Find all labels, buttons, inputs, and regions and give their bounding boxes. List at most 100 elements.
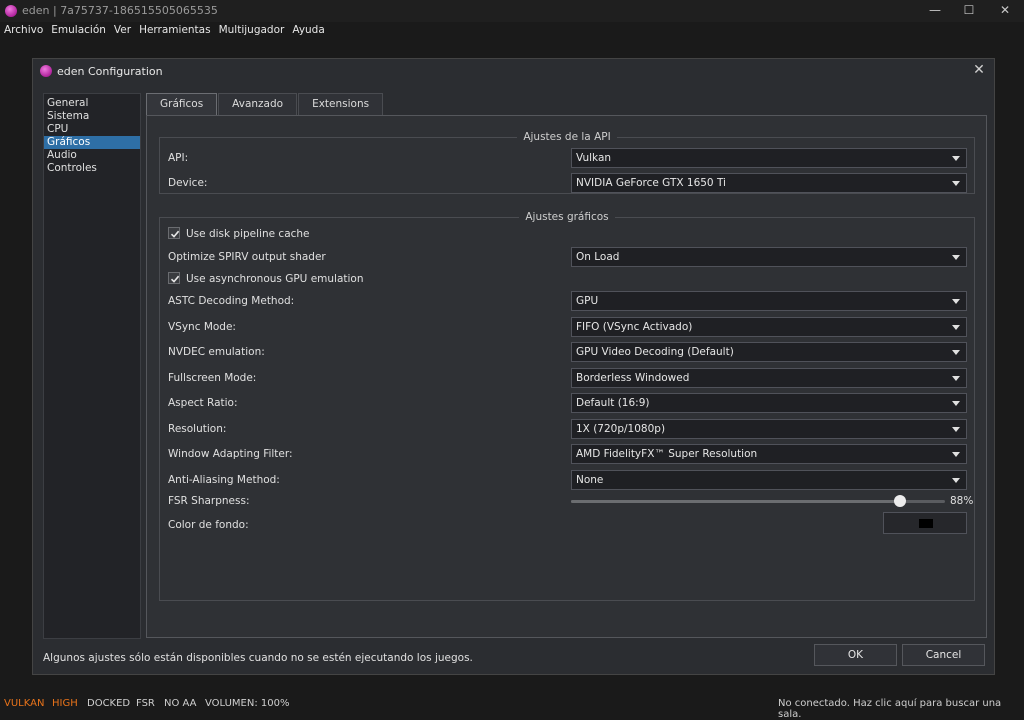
device-select-value: NVIDIA GeForce GTX 1650 Ti	[576, 177, 726, 189]
astc-select[interactable]: GPU	[571, 291, 967, 311]
configuration-dialog: eden Configuration ✕ General Sistema CPU…	[32, 58, 995, 675]
chevron-down-icon	[952, 325, 960, 330]
resolution-row: Resolution: 1X (720p/1080p)	[168, 419, 968, 439]
menu-emulacion[interactable]: Emulación	[47, 24, 110, 40]
dialog-close-button[interactable]: ✕	[970, 62, 988, 80]
chevron-down-icon	[952, 181, 960, 186]
ok-button[interactable]: OK	[814, 644, 897, 666]
resolution-select[interactable]: 1X (720p/1080p)	[571, 419, 967, 439]
category-item-cpu[interactable]: CPU	[44, 123, 140, 136]
api-row: API: Vulkan	[168, 148, 968, 168]
astc-select-value: GPU	[576, 295, 599, 307]
chevron-down-icon	[952, 376, 960, 381]
nvdec-select[interactable]: GPU Video Decoding (Default)	[571, 342, 967, 362]
status-docked[interactable]: DOCKED	[87, 698, 130, 709]
tab-graficos[interactable]: Gráficos	[146, 93, 218, 116]
category-item-sistema[interactable]: Sistema	[44, 110, 140, 123]
status-bar: VULKAN HIGH DOCKED FSR NO AA VOLUMEN: 10…	[0, 698, 1024, 720]
device-row: Device: NVIDIA GeForce GTX 1650 Ti	[168, 173, 968, 193]
bg-color-button[interactable]	[883, 512, 967, 534]
tab-bar: Gráficos Avanzado Extensions	[146, 93, 384, 116]
fsr-slider-handle[interactable]	[894, 495, 907, 507]
fsr-sharpness-slider[interactable]	[571, 495, 945, 507]
chevron-down-icon	[952, 452, 960, 457]
dialog-title: eden Configuration	[57, 65, 163, 78]
fullscreen-select[interactable]: Borderless Windowed	[571, 368, 967, 388]
device-select[interactable]: NVIDIA GeForce GTX 1650 Ti	[571, 173, 967, 193]
close-window-button[interactable]: ✕	[988, 0, 1022, 22]
filter-label: Window Adapting Filter:	[168, 448, 293, 460]
category-item-graficos[interactable]: Gráficos	[44, 136, 140, 149]
nvdec-row: NVDEC emulation: GPU Video Decoding (Def…	[168, 342, 968, 362]
filter-select[interactable]: AMD FidelityFX™ Super Resolution	[571, 444, 967, 464]
aspect-label: Aspect Ratio:	[168, 397, 238, 409]
fsr-label: FSR Sharpness:	[168, 495, 250, 507]
chevron-down-icon	[952, 427, 960, 432]
async-gpu-checkbox[interactable]	[168, 272, 180, 284]
resolution-label: Resolution:	[168, 423, 227, 435]
spirv-select[interactable]: On Load	[571, 247, 967, 267]
fullscreen-label: Fullscreen Mode:	[168, 372, 257, 384]
vsync-row: VSync Mode: FIFO (VSync Activado)	[168, 317, 968, 337]
aa-label: Anti-Aliasing Method:	[168, 474, 280, 486]
aa-select-value: None	[576, 474, 604, 486]
async-gpu-label: Use asynchronous GPU emulation	[186, 273, 364, 285]
chevron-down-icon	[952, 350, 960, 355]
astc-row: ASTC Decoding Method: GPU	[168, 291, 968, 311]
minimize-button[interactable]: —	[918, 0, 952, 22]
disk-cache-checkbox[interactable]	[168, 227, 180, 239]
menu-multijugador[interactable]: Multijugador	[215, 24, 289, 40]
api-label: API:	[168, 152, 189, 164]
resolution-select-value: 1X (720p/1080p)	[576, 423, 666, 435]
main-titlebar: eden | 7a75737-1865155050655​35 — ☐ ✕	[0, 0, 1024, 22]
aa-select[interactable]: None	[571, 470, 967, 490]
chevron-down-icon	[952, 156, 960, 161]
category-list: General Sistema CPU Gráficos Audio Contr…	[43, 93, 141, 639]
maximize-button[interactable]: ☐	[952, 0, 986, 22]
disk-cache-label: Use disk pipeline cache	[186, 228, 310, 240]
chevron-down-icon	[952, 478, 960, 483]
cancel-button[interactable]: Cancel	[902, 644, 985, 666]
spirv-row: Optimize SPIRV output shader On Load	[168, 247, 968, 267]
tab-avanzado[interactable]: Avanzado	[218, 93, 298, 115]
footer-note: Algunos ajustes sólo están disponibles c…	[43, 652, 473, 664]
api-group-title: Ajustes de la API	[517, 131, 617, 143]
menu-bar: Archivo Emulación Ver Herramientas Multi…	[0, 24, 329, 40]
status-fsr[interactable]: FSR	[136, 698, 155, 709]
category-item-controles[interactable]: Controles	[44, 162, 140, 175]
menu-ayuda[interactable]: Ayuda	[288, 24, 328, 40]
status-vulkan[interactable]: VULKAN	[4, 698, 44, 709]
window-title: eden | 7a75737-1865155050655​35	[22, 4, 218, 17]
graphics-settings-group: Ajustes gráficos Use disk pipeline cache…	[159, 211, 975, 601]
bg-color-swatch	[919, 519, 933, 528]
fullscreen-row: Fullscreen Mode: Borderless Windowed	[168, 368, 968, 388]
category-item-general[interactable]: General	[44, 97, 140, 110]
chevron-down-icon	[952, 299, 960, 304]
aspect-row: Aspect Ratio: Default (16:9)	[168, 393, 968, 413]
vsync-select[interactable]: FIFO (VSync Activado)	[571, 317, 967, 337]
checkmark-icon	[170, 230, 180, 238]
async-gpu-row: Use asynchronous GPU emulation	[168, 269, 968, 289]
status-network[interactable]: No conectado. Haz clic aquí para buscar …	[778, 698, 1024, 720]
status-volume[interactable]: VOLUMEN: 100%	[205, 698, 290, 709]
fsr-row: FSR Sharpness: 88%	[168, 491, 973, 511]
status-high[interactable]: HIGH	[52, 698, 78, 709]
api-select-value: Vulkan	[576, 152, 612, 164]
menu-herramientas[interactable]: Herramientas	[135, 24, 215, 40]
status-no-aa[interactable]: NO AA	[164, 698, 197, 709]
aa-row: Anti-Aliasing Method: None	[168, 470, 968, 490]
tab-extensions[interactable]: Extensions	[298, 93, 384, 115]
filter-select-value: AMD FidelityFX™ Super Resolution	[576, 448, 758, 460]
nvdec-select-value: GPU Video Decoding (Default)	[576, 346, 734, 358]
menu-archivo[interactable]: Archivo	[0, 24, 47, 40]
category-item-audio[interactable]: Audio	[44, 149, 140, 162]
menu-ver[interactable]: Ver	[110, 24, 135, 40]
aspect-select[interactable]: Default (16:9)	[571, 393, 967, 413]
fullscreen-select-value: Borderless Windowed	[576, 372, 690, 384]
fsr-slider-fill	[571, 500, 901, 503]
vsync-select-value: FIFO (VSync Activado)	[576, 321, 693, 333]
api-select[interactable]: Vulkan	[571, 148, 967, 168]
eden-app-icon	[40, 65, 52, 77]
astc-label: ASTC Decoding Method:	[168, 295, 295, 307]
vsync-label: VSync Mode:	[168, 321, 236, 333]
